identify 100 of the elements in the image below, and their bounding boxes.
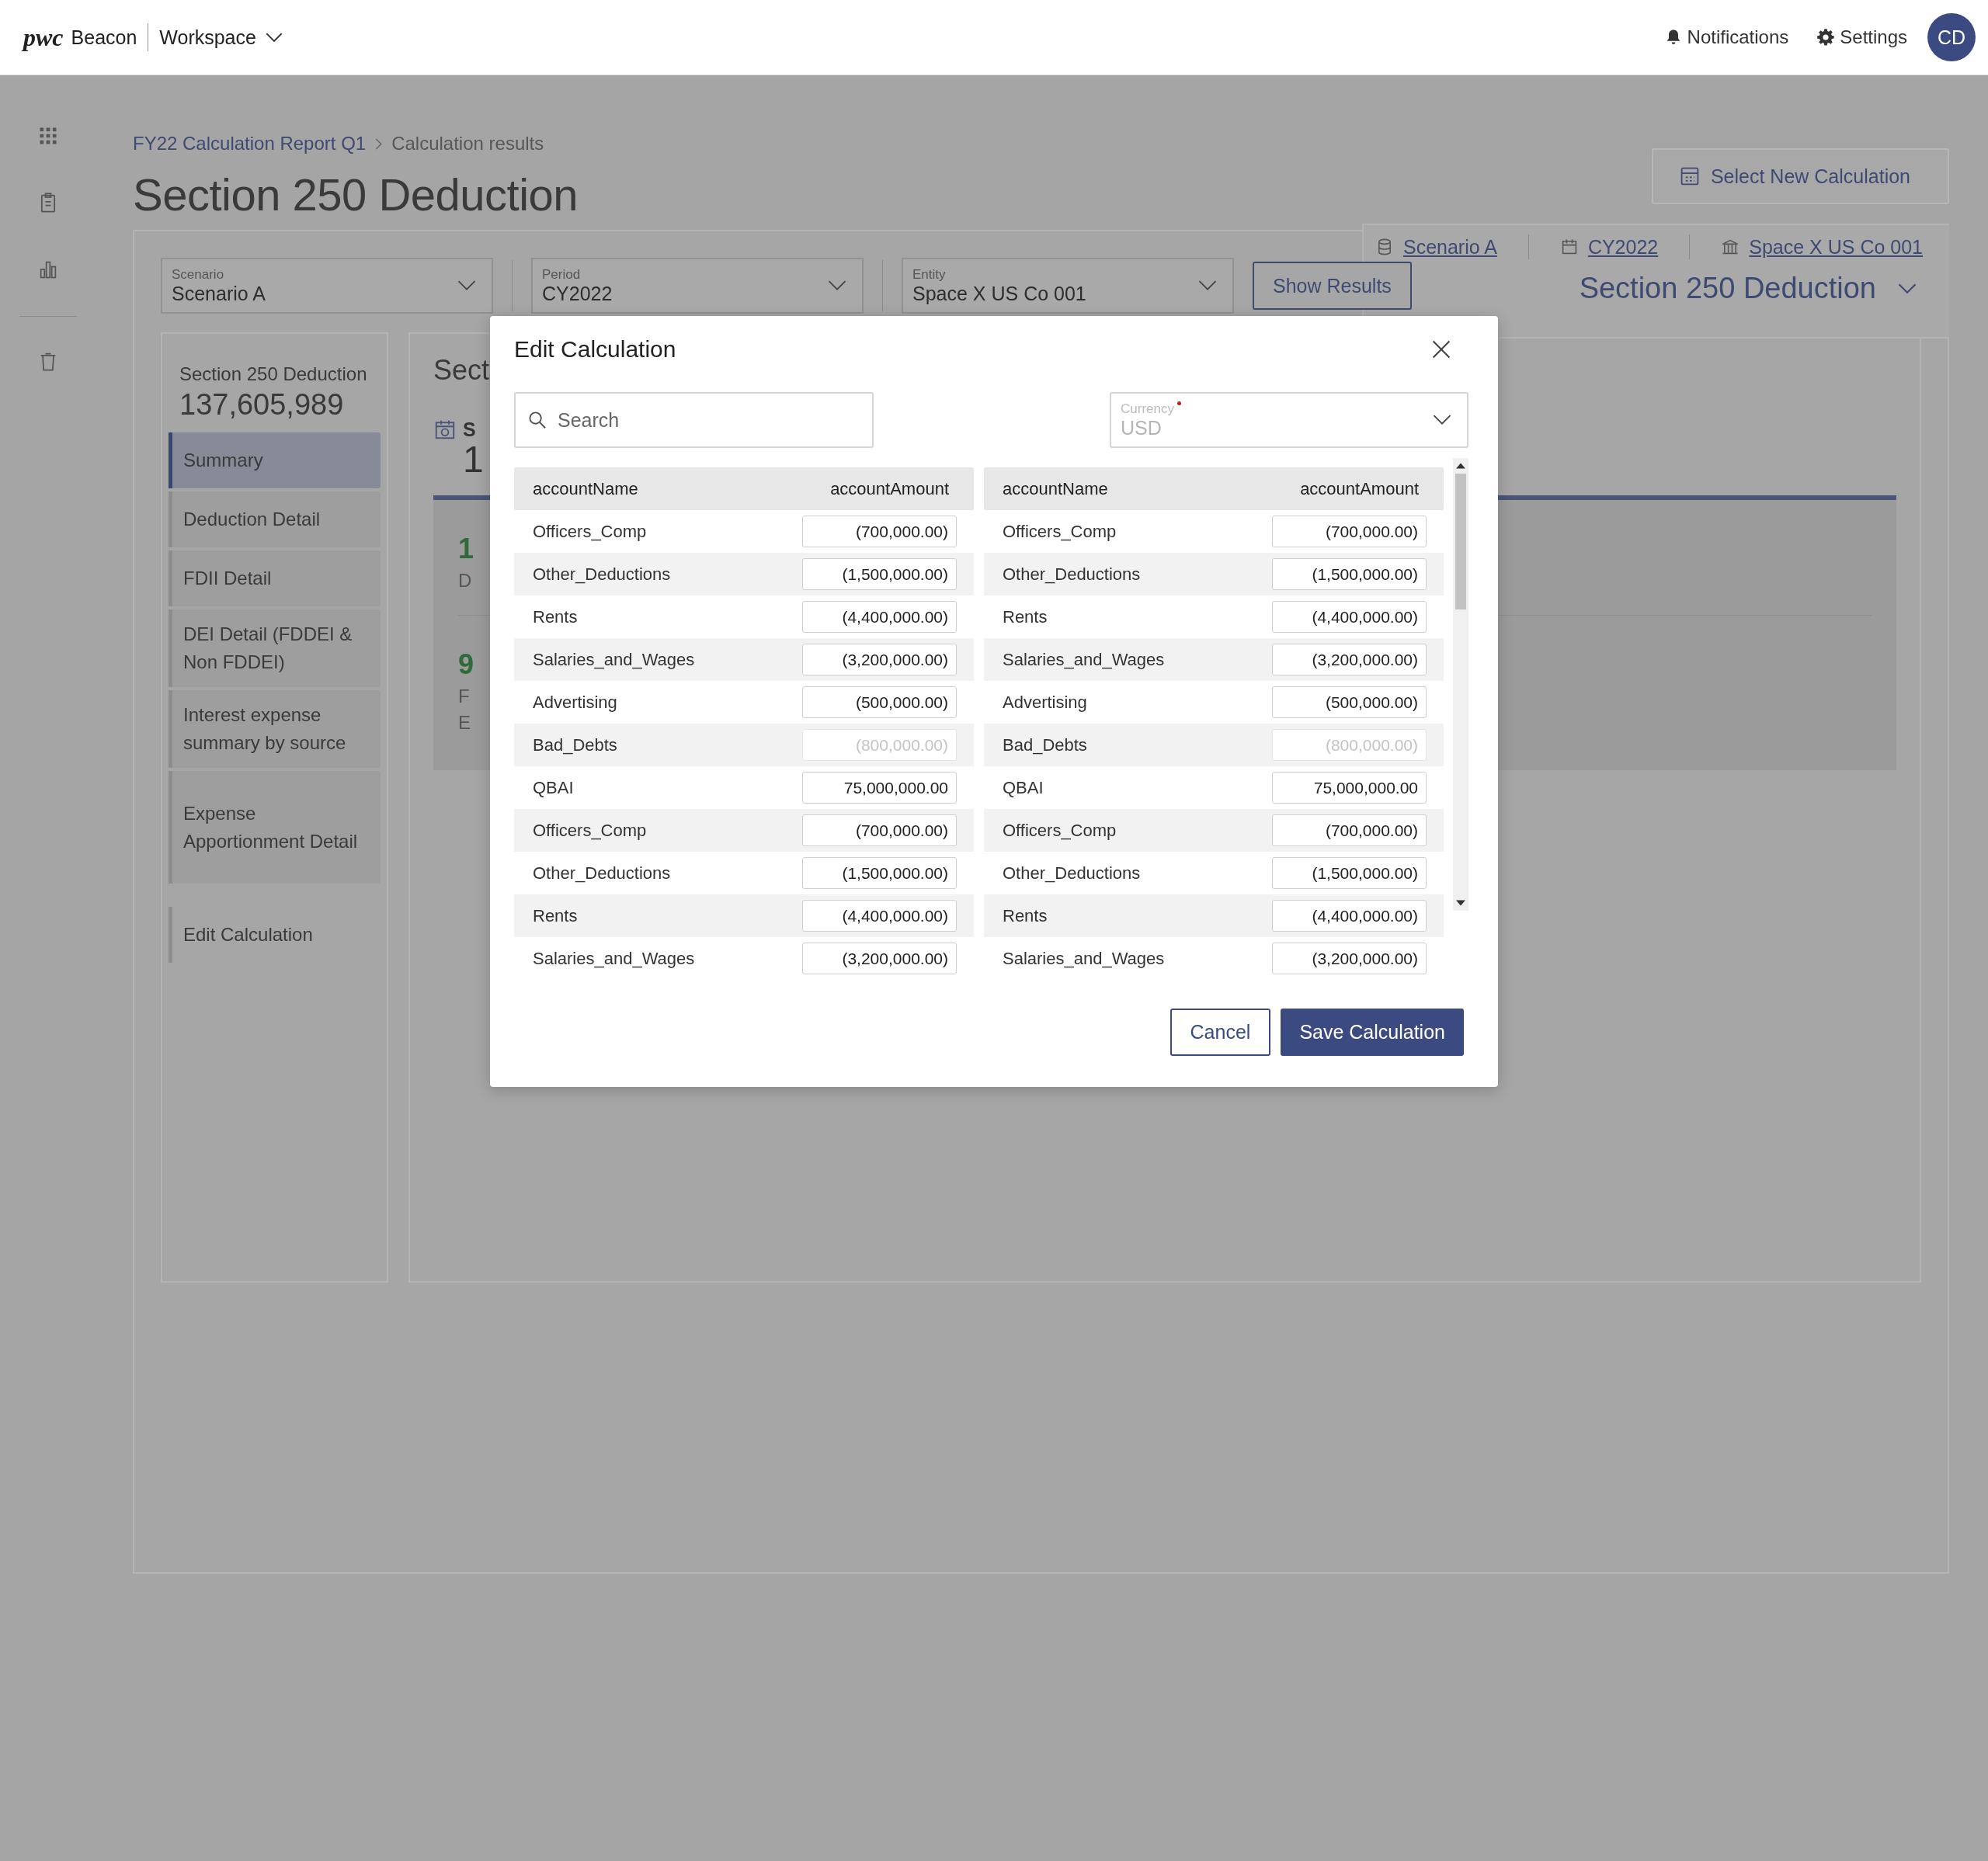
- column-header: accountName: [533, 478, 638, 499]
- amount-field[interactable]: (700,000.00): [1272, 814, 1427, 846]
- close-icon: [1431, 339, 1451, 359]
- filter-dropdown[interactable]: Entity Space X US Co 001: [902, 258, 1234, 314]
- filter-dropdown[interactable]: Period CY2022: [531, 258, 864, 314]
- product-name: Beacon: [71, 26, 137, 49]
- summary-heading: Sect: [433, 354, 490, 387]
- kpi-value: 1: [458, 533, 474, 565]
- account-name-cell: Other_Deductions: [533, 564, 671, 585]
- account-name-cell: Rents: [533, 905, 578, 926]
- settings-link[interactable]: Settings: [1816, 26, 1907, 48]
- account-name-cell: QBAI: [533, 777, 574, 798]
- nav-item[interactable]: DEI Detail (FDDEI & Non FDDEI): [169, 609, 381, 687]
- amount-field[interactable]: (4,400,000.00): [1272, 601, 1427, 633]
- scroll-down-arrow-icon[interactable]: [1456, 900, 1465, 906]
- scroll-up-arrow-icon[interactable]: [1456, 463, 1465, 469]
- scrollbar[interactable]: [1453, 458, 1468, 911]
- account-name-cell: Other_Deductions: [1003, 863, 1141, 884]
- context-link[interactable]: Space X US Co 001: [1721, 235, 1923, 259]
- chevron-right-icon: [375, 137, 383, 150]
- account-name-cell: Officers_Comp: [1003, 820, 1117, 841]
- account-name-cell: Rents: [1003, 606, 1048, 627]
- account-name-cell: Salaries_and_Wages: [1003, 649, 1165, 670]
- amount-field[interactable]: (1,500,000.00): [802, 857, 957, 889]
- calculator-icon: [1679, 166, 1700, 186]
- account-name-cell: Other_Deductions: [1003, 564, 1141, 585]
- calculation-name: Section 250 Deduction: [179, 363, 368, 385]
- account-name-cell: Advertising: [533, 692, 617, 713]
- account-name-cell: Rents: [533, 606, 578, 627]
- amount-field[interactable]: (700,000.00): [802, 516, 957, 547]
- amount-field[interactable]: (500,000.00): [1272, 686, 1427, 718]
- chevron-down-icon: [828, 280, 846, 291]
- scrollbar-thumb[interactable]: [1455, 474, 1466, 609]
- amount-field[interactable]: (1,500,000.00): [1272, 857, 1427, 889]
- page-title: Section 250 Deduction: [133, 168, 579, 220]
- account-name-cell: Officers_Comp: [533, 521, 647, 542]
- bank-icon: [1721, 238, 1740, 256]
- amount-field[interactable]: (500,000.00): [802, 686, 957, 718]
- chevron-down-icon: [1898, 283, 1917, 294]
- amount-field[interactable]: 75,000,000.00: [1272, 772, 1427, 804]
- account-name-cell: Bad_Debts: [533, 734, 617, 755]
- amount-field[interactable]: (3,200,000.00): [802, 943, 957, 974]
- column-header: accountAmount: [1300, 478, 1419, 499]
- save-button[interactable]: Save Calculation: [1281, 1009, 1464, 1056]
- account-name-cell: Other_Deductions: [533, 863, 671, 884]
- close-button[interactable]: [1431, 339, 1451, 359]
- breadcrumb-link[interactable]: FY22 Calculation Report Q1: [133, 133, 367, 155]
- amount-field[interactable]: (700,000.00): [802, 814, 957, 846]
- settings-icon: [1816, 28, 1836, 47]
- column-header: accountName: [1003, 478, 1108, 499]
- context-link[interactable]: Scenario A: [1375, 235, 1497, 259]
- account-name-cell: Bad_Debts: [1003, 734, 1087, 755]
- stat-label: S: [463, 418, 476, 441]
- kpi-value: 9: [458, 648, 474, 681]
- amount-field[interactable]: (3,200,000.00): [1272, 943, 1427, 974]
- chevron-down-icon: [265, 32, 283, 43]
- amount-field[interactable]: (4,400,000.00): [802, 601, 957, 633]
- kpi-label: D: [458, 570, 472, 592]
- account-name-cell: Officers_Comp: [1003, 521, 1117, 542]
- nav-item[interactable]: FDII Detail: [169, 550, 381, 606]
- account-name-cell: Officers_Comp: [533, 820, 647, 841]
- context-link[interactable]: CY2022: [1559, 235, 1659, 259]
- chevron-down-icon: [457, 280, 476, 291]
- account-name-cell: Advertising: [1003, 692, 1087, 713]
- amount-field[interactable]: (3,200,000.00): [802, 644, 957, 675]
- nav-item[interactable]: Edit Calculation: [169, 907, 381, 963]
- kpi-label: E: [458, 712, 471, 734]
- account-name-cell: Salaries_and_Wages: [533, 649, 695, 670]
- amount-field[interactable]: (1,500,000.00): [802, 558, 957, 590]
- search-icon: [528, 411, 547, 429]
- nav-item[interactable]: Deduction Detail: [169, 491, 381, 547]
- select-new-calculation-button[interactable]: Select New Calculation: [1651, 148, 1949, 204]
- amount-field[interactable]: (1,500,000.00): [1272, 558, 1427, 590]
- chevron-down-icon: [1198, 280, 1217, 291]
- notifications-link[interactable]: Notifications: [1663, 26, 1789, 48]
- kpi-label: F: [458, 686, 470, 707]
- amount-field[interactable]: (3,200,000.00): [1272, 644, 1427, 675]
- account-name-cell: Salaries_and_Wages: [533, 948, 695, 969]
- chevron-down-icon: [1433, 415, 1451, 425]
- workspace-menu[interactable]: Workspace: [159, 26, 283, 49]
- account-name-cell: Salaries_and_Wages: [1003, 948, 1165, 969]
- user-avatar[interactable]: CD: [1927, 13, 1976, 61]
- amount-field[interactable]: (700,000.00): [1272, 516, 1427, 547]
- account-name-cell: Rents: [1003, 905, 1048, 926]
- nav-item[interactable]: Interest expense summary by source: [169, 690, 381, 768]
- nav-item[interactable]: Expense Apportionment Detail: [169, 771, 381, 884]
- dialog-title: Edit Calculation: [514, 336, 676, 363]
- calculation-total: 137,605,989: [179, 388, 345, 422]
- calculation-selector[interactable]: Section 250 Deduction: [1579, 272, 1923, 305]
- search-field[interactable]: Search: [514, 392, 874, 448]
- column-header: accountAmount: [830, 478, 949, 499]
- cancel-button[interactable]: Cancel: [1170, 1009, 1271, 1056]
- account-name-cell: QBAI: [1003, 777, 1044, 798]
- breadcrumb-current: Calculation results: [391, 133, 544, 155]
- stat-value: 1: [463, 441, 484, 478]
- show-results-button[interactable]: Show Results: [1253, 262, 1412, 310]
- amount-field[interactable]: (4,400,000.00): [1272, 900, 1427, 932]
- amount-field[interactable]: (4,400,000.00): [802, 900, 957, 932]
- amount-field[interactable]: 75,000,000.00: [802, 772, 957, 804]
- filter-dropdown[interactable]: Scenario Scenario A: [161, 258, 493, 314]
